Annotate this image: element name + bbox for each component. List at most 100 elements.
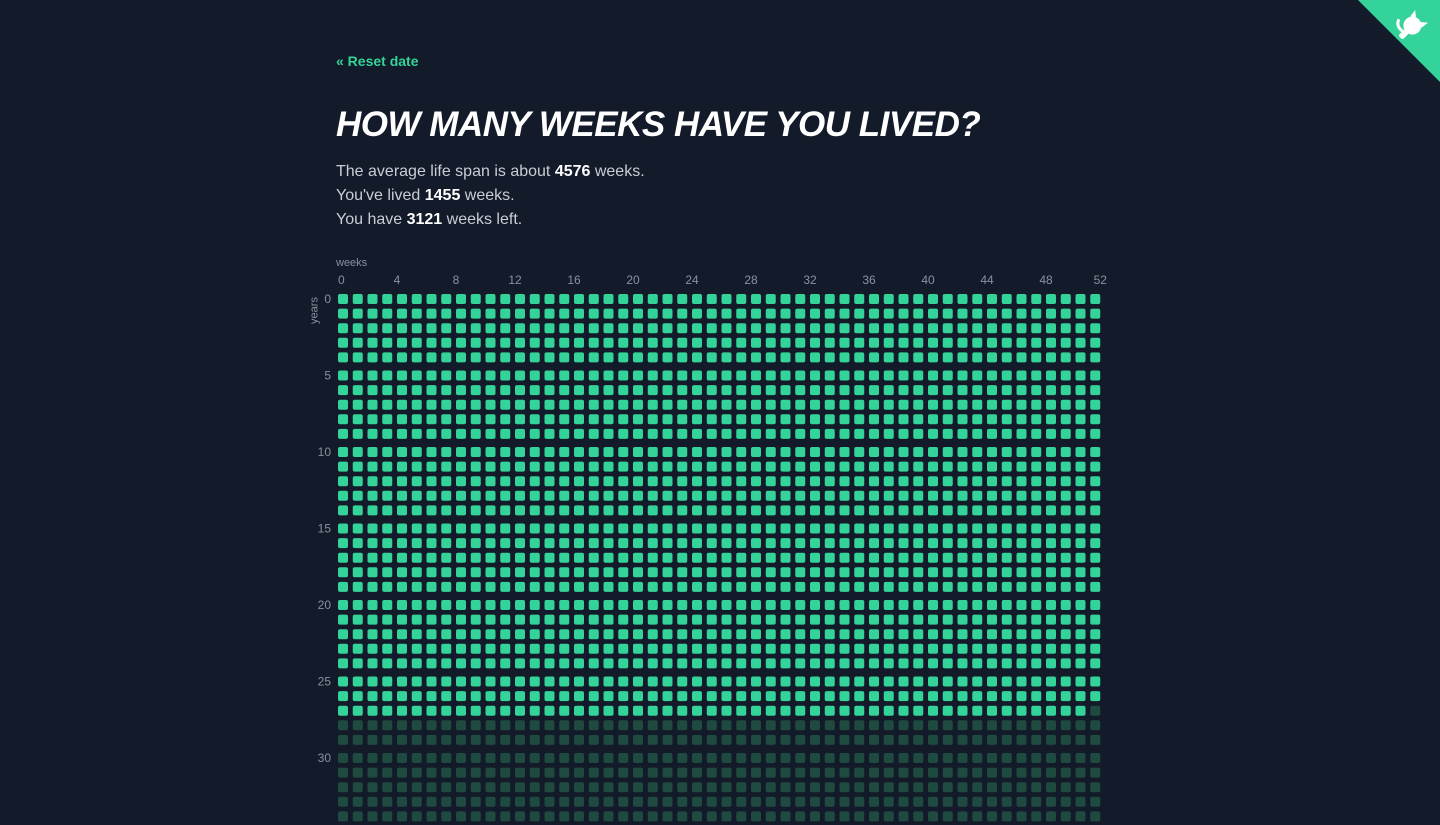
week-cell-lived — [397, 658, 407, 669]
week-cell-lived — [441, 705, 452, 716]
week-cell-lived — [603, 352, 614, 363]
week-cell-lived — [869, 447, 879, 457]
week-cell-lived — [1060, 337, 1071, 348]
week-cell-lived — [883, 538, 894, 549]
week-cell-lived — [456, 385, 466, 396]
github-corner[interactable] — [1358, 0, 1440, 82]
week-cell-lived — [603, 705, 614, 716]
week-cell-lived — [898, 447, 909, 457]
week-cell-remaining — [411, 796, 422, 807]
week-cell-lived — [662, 600, 673, 610]
week-cell-lived — [647, 323, 658, 334]
week-cell-lived — [765, 600, 776, 610]
week-cell-lived — [898, 461, 909, 472]
week-cell-remaining — [677, 753, 688, 763]
week-cell-remaining — [751, 720, 761, 731]
week-cell-remaining — [795, 720, 806, 731]
week-cell-lived — [839, 581, 850, 592]
week-cell-lived — [515, 658, 525, 669]
week-cell-lived — [662, 567, 673, 578]
week-cell-remaining — [544, 767, 555, 778]
week-cell-lived — [972, 691, 983, 702]
week-cell-remaining — [987, 767, 997, 778]
week-cell-lived — [1060, 523, 1071, 534]
week-cell-lived — [928, 370, 938, 381]
week-cell-lived — [588, 308, 599, 319]
week-cell-lived — [411, 428, 422, 439]
week-cell-lived — [692, 461, 702, 472]
week-cell-lived — [1001, 461, 1012, 472]
week-cell-lived — [441, 370, 452, 381]
week-cell-lived — [987, 676, 997, 687]
week-cell-lived — [795, 476, 806, 487]
week-cell-lived — [633, 490, 643, 501]
week-cell-lived — [485, 658, 496, 669]
week-cell-remaining — [869, 753, 879, 763]
y-tick-label: 0 — [324, 292, 331, 306]
week-cell-remaining — [411, 720, 422, 731]
week-cell-lived — [1001, 414, 1012, 425]
week-cell-lived — [883, 614, 894, 625]
week-cell-lived — [706, 629, 717, 640]
week-cell-lived — [854, 447, 865, 457]
week-cell-lived — [426, 581, 437, 592]
week-cell-lived — [883, 414, 894, 425]
week-cell-lived — [574, 705, 584, 716]
week-cell-lived — [677, 428, 688, 439]
week-cell-lived — [780, 581, 791, 592]
week-cell-lived — [426, 505, 437, 516]
week-cell-lived — [1060, 428, 1071, 439]
week-cell-lived — [559, 658, 570, 669]
week-cell-lived — [441, 523, 452, 534]
week-cell-lived — [662, 552, 673, 563]
week-cell-lived — [957, 399, 968, 410]
week-cell-lived — [633, 614, 643, 625]
week-cell-lived — [987, 447, 997, 457]
week-cell-lived — [721, 643, 732, 654]
week-cell-remaining — [544, 811, 555, 822]
week-cell-lived — [633, 308, 643, 319]
week-cell-remaining — [736, 734, 747, 745]
reset-date-link[interactable]: « Reset date — [336, 52, 418, 70]
week-cell-remaining — [824, 811, 835, 822]
week-cell-lived — [559, 352, 570, 363]
week-cell-remaining — [795, 734, 806, 745]
week-cell-lived — [544, 385, 555, 396]
week-cell-lived — [869, 308, 879, 319]
week-cell-lived — [1001, 294, 1012, 304]
week-cell-lived — [795, 629, 806, 640]
week-cell-lived — [1001, 370, 1012, 381]
week-cell-remaining — [500, 734, 511, 745]
week-cell-lived — [751, 600, 761, 610]
week-cell-remaining — [736, 782, 747, 793]
week-cell-remaining — [618, 753, 629, 763]
week-cell-lived — [441, 352, 452, 363]
week-cell-lived — [338, 476, 348, 487]
week-cell-lived — [810, 629, 820, 640]
week-cell-lived — [1031, 552, 1042, 563]
week-cell-lived — [367, 476, 378, 487]
week-cell-lived — [1001, 385, 1012, 396]
week-cell-lived — [987, 643, 997, 654]
github-corner-triangle[interactable] — [1358, 0, 1440, 82]
week-cell-lived — [942, 308, 953, 319]
week-cell-remaining — [692, 782, 702, 793]
week-cell-lived — [839, 676, 850, 687]
week-cell-lived — [352, 629, 363, 640]
week-cell-lived — [426, 337, 437, 348]
week-cell-lived — [987, 614, 997, 625]
week-cell-lived — [765, 581, 776, 592]
week-cell-lived — [367, 490, 378, 501]
week-cell-lived — [485, 614, 496, 625]
week-cell-remaining — [382, 720, 393, 731]
week-cell-lived — [1060, 294, 1071, 304]
week-cell-remaining — [588, 811, 599, 822]
week-cell-lived — [692, 705, 702, 716]
week-cell-lived — [795, 643, 806, 654]
week-cell-lived — [1046, 523, 1056, 534]
week-cell-lived — [677, 676, 688, 687]
week-cell-remaining — [692, 753, 702, 763]
week-cell-lived — [751, 552, 761, 563]
week-cell-remaining — [1016, 753, 1027, 763]
week-cell-lived — [913, 337, 924, 348]
